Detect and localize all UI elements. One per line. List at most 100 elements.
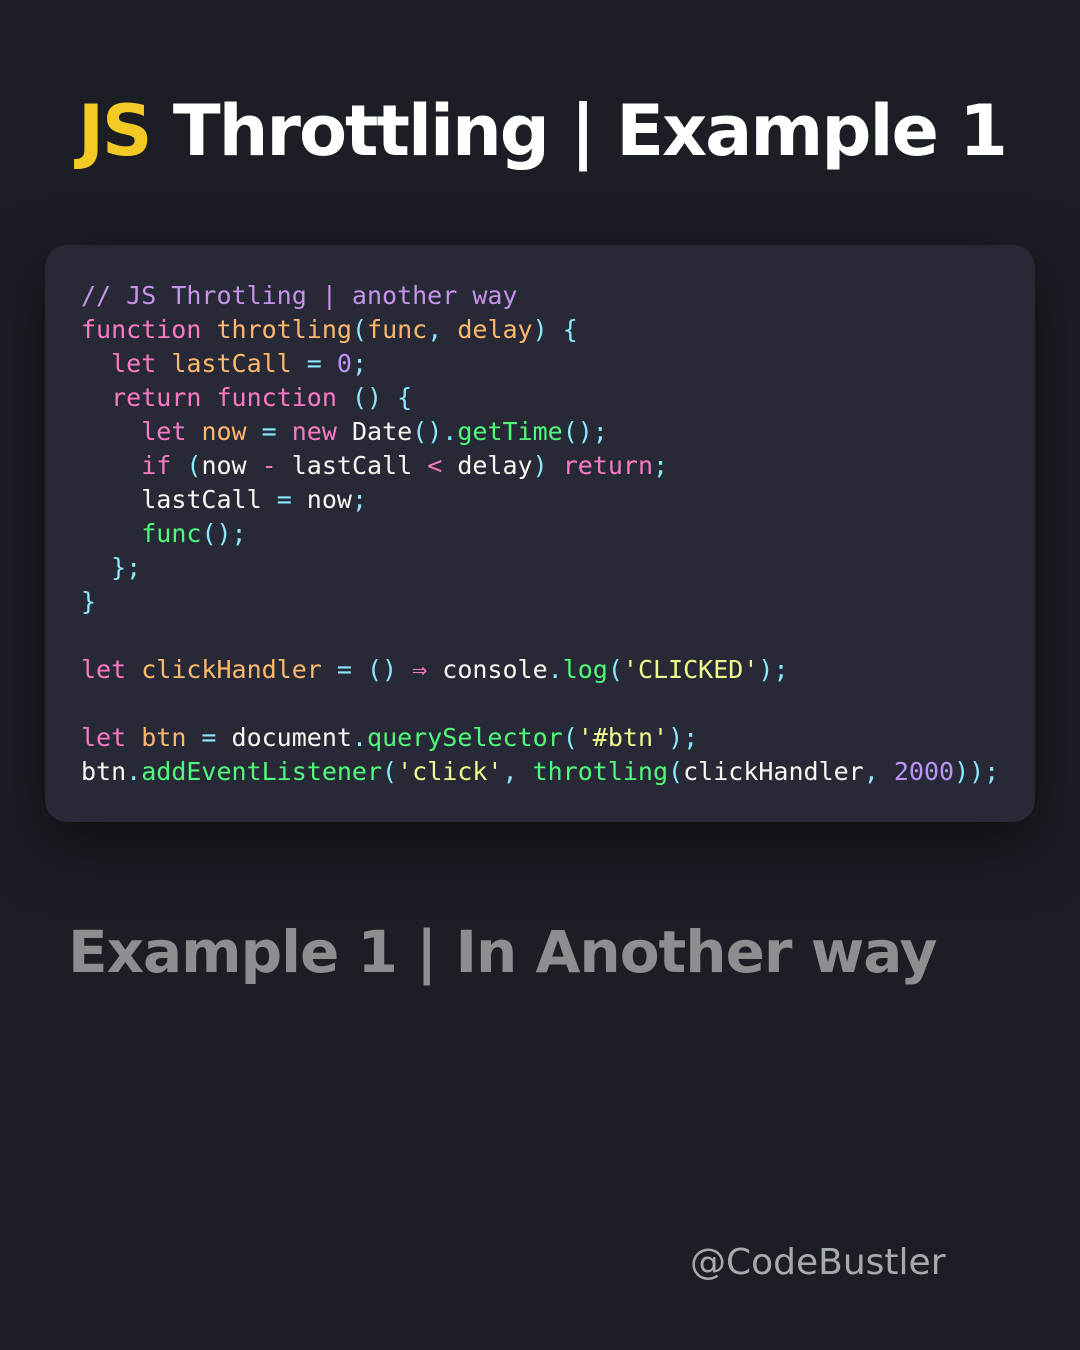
- code-token: ();: [201, 519, 247, 548]
- code-token: () {: [336, 383, 413, 412]
- code-token: lastCall: [171, 349, 292, 378]
- code-token: =: [246, 417, 292, 446]
- code-token: btn: [81, 757, 127, 786]
- code-token: lastCall: [141, 485, 262, 514]
- code-token: ) {: [532, 315, 578, 344]
- code-token: let: [141, 417, 187, 446]
- code-token: }: [81, 587, 97, 616]
- code-token: now: [201, 451, 247, 480]
- code-token: ;: [351, 349, 368, 378]
- code-token: let: [81, 723, 127, 752]
- code-token: ,: [863, 757, 894, 786]
- code-line: }: [81, 585, 999, 619]
- code-line: if (now - lastCall < delay) return;: [81, 449, 999, 483]
- code-token: function: [81, 315, 202, 344]
- code-token: func: [141, 519, 202, 548]
- code-token: = (): [321, 655, 413, 684]
- code-token: lastCall: [291, 451, 413, 480]
- code-token: =: [261, 485, 307, 514]
- code-token: .: [547, 655, 563, 684]
- code-token: 2000: [893, 757, 955, 786]
- code-token: ));: [954, 757, 1000, 786]
- code-token: ().: [412, 417, 458, 446]
- code-token: querySelector: [367, 723, 563, 752]
- code-token: ⇒: [412, 655, 428, 684]
- code-token: console: [442, 655, 548, 684]
- code-token: (: [171, 451, 202, 480]
- code-token: .: [351, 723, 368, 752]
- code-token: getTime: [457, 417, 563, 446]
- code-token: (: [382, 757, 398, 786]
- code-token: now: [201, 417, 247, 446]
- slide: JS Throttling | Example 1 // JS Throtlin…: [0, 0, 1080, 1350]
- code-token: };: [81, 553, 142, 582]
- code-token: .: [126, 757, 142, 786]
- code-token: ,: [427, 315, 458, 344]
- code-token: return: [562, 451, 654, 480]
- code-token: (: [607, 655, 623, 684]
- code-token: return: [111, 383, 202, 412]
- code-token: ,: [502, 757, 533, 786]
- code-token: ): [532, 451, 563, 480]
- code-token: ();: [562, 417, 608, 446]
- code-card: // JS Throtling | another way function th…: [45, 245, 1035, 822]
- code-line: ​: [81, 687, 999, 721]
- code-token: 0: [336, 349, 352, 378]
- subtitle: Example 1 | In Another way: [68, 918, 937, 986]
- code-line: btn.addEventListener('click', throtling(…: [81, 755, 999, 789]
- code-token: (: [351, 315, 368, 344]
- code-token: log: [562, 655, 608, 684]
- code-token: // JS Throtling | another way: [81, 281, 518, 310]
- code-token: -: [246, 451, 292, 480]
- page-title: JS Throttling | Example 1: [78, 86, 1008, 176]
- code-token: clickHandler: [141, 655, 322, 684]
- code-line: let clickHandler = () ⇒ console.log('CLI…: [81, 653, 999, 687]
- code-token: =: [291, 349, 337, 378]
- code-line: ​: [81, 619, 999, 653]
- title-accent: JS: [78, 90, 152, 172]
- code-line: let now = new Date().getTime();: [81, 415, 999, 449]
- code-token: if: [141, 451, 172, 480]
- code-line: lastCall = now;: [81, 483, 999, 517]
- code-line: return function () {: [81, 381, 999, 415]
- code-token: ;: [653, 451, 669, 480]
- code-token: 'CLICKED': [622, 655, 759, 684]
- author-handle: @CodeBustler: [690, 1242, 946, 1283]
- code-token: delay: [457, 451, 533, 480]
- code-token: addEventListener: [141, 757, 383, 786]
- code-token: document: [231, 723, 352, 752]
- code-line: let lastCall = 0;: [81, 347, 999, 381]
- code-token: func: [367, 315, 428, 344]
- code-token: ;: [351, 485, 368, 514]
- code-token: =: [186, 723, 232, 752]
- code-token: );: [758, 655, 789, 684]
- code-token: clickHandler: [683, 757, 864, 786]
- code-token: (: [562, 723, 578, 752]
- code-line: let btn = document.querySelector('#btn')…: [81, 721, 999, 755]
- code-line: function throtling(func, delay) {: [81, 313, 999, 347]
- code-line: };: [81, 551, 999, 585]
- code-token: (: [668, 757, 684, 786]
- code-token: let: [111, 349, 157, 378]
- code-token: throtling: [532, 757, 669, 786]
- code-token: throtling: [216, 315, 352, 344]
- code-token: function: [216, 383, 337, 412]
- code-token: <: [412, 451, 458, 480]
- code-token: Date: [351, 417, 413, 446]
- code-token: btn: [141, 723, 187, 752]
- code-token: '#btn': [577, 723, 669, 752]
